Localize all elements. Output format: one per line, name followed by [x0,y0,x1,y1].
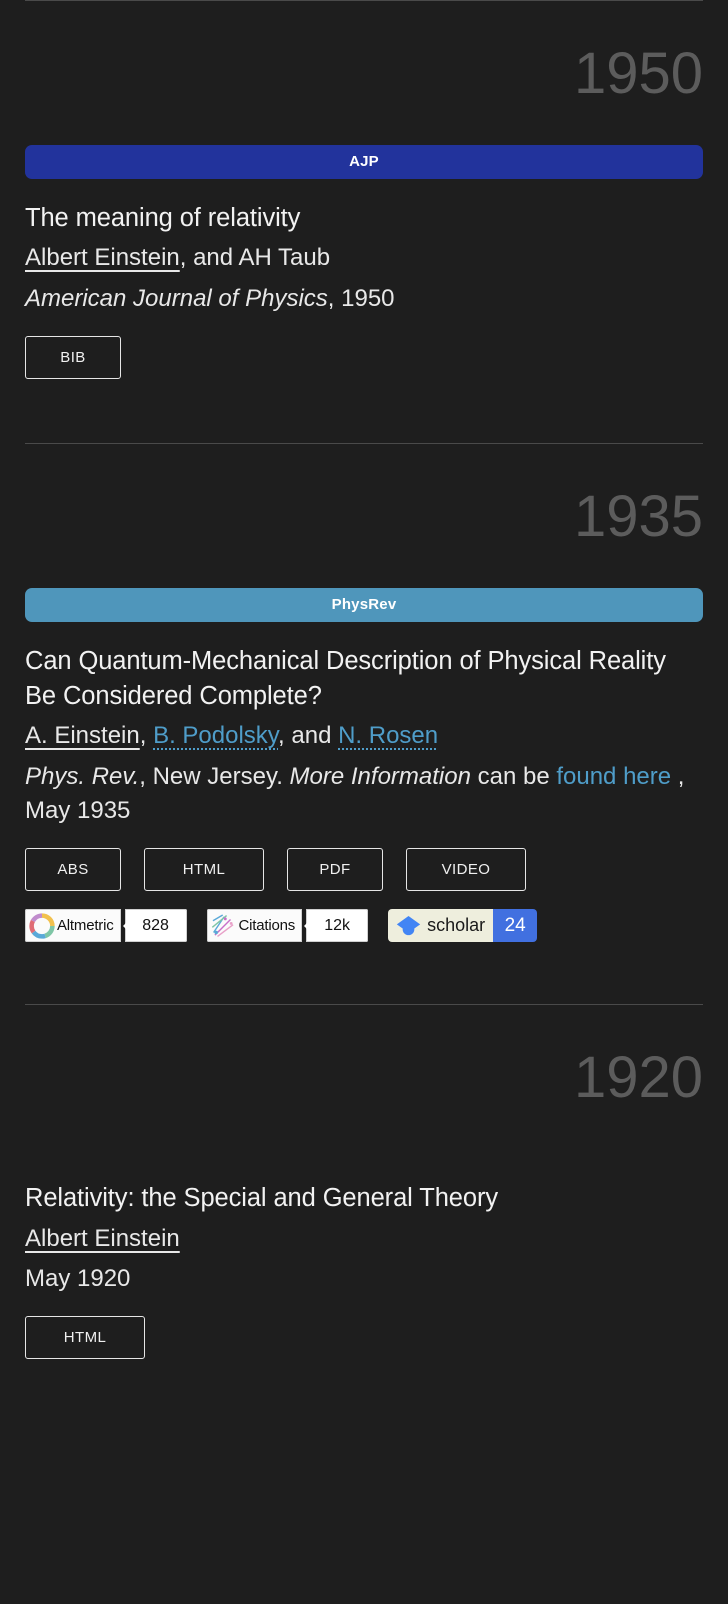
venue-text: can be [470,763,557,791]
citations-label-text: Citations [238,917,296,935]
author-separator: , [139,722,154,750]
altmetric-label-block: Altmetric [25,909,121,943]
venue-journal-name: Phys. Rev. [25,763,140,791]
author-separator: , and [179,244,239,272]
action-button-row: BIB [25,336,703,380]
abs-button[interactable]: ABS [25,848,121,892]
paper-title[interactable]: Can Quantum-Mechanical Description of Ph… [25,644,703,714]
bib-button[interactable]: BIB [25,336,121,380]
venue-date: May 1920 [25,1265,131,1293]
venue-journal-name: American Journal of Physics [25,284,328,312]
pdf-button[interactable]: PDF [287,848,383,892]
publication-entry-1920: 1920 Relativity: the Special and General… [0,1004,728,1360]
author-link-n-rosen[interactable]: N. Rosen [338,722,438,749]
publication-entry-1935: 1935 PhysRev Can Quantum-Mechanical Desc… [0,443,728,1004]
action-button-row: HTML [25,1316,703,1360]
author-link-albert-einstein[interactable]: Albert Einstein [25,244,180,271]
altmetric-label-text: Altmetric [57,917,114,935]
citations-badge[interactable]: Citations 12k [206,909,369,943]
author-link-b-podolsky[interactable]: B. Podolsky [153,722,278,749]
journal-badge-physrev[interactable]: PhysRev [25,588,703,623]
metrics-badge-row: Altmetric 828 Citations 12k scholar 24 [25,909,703,943]
citations-count: 12k [304,909,369,943]
altmetric-donut-icon [29,913,55,939]
action-button-row: ABS HTML PDF VIDEO [25,848,703,892]
author-list: A. Einstein, B. Podolsky, and N. Rosen [25,719,703,754]
author-name-ah-taub: AH Taub [238,244,331,272]
author-link-albert-einstein[interactable]: Albert Einstein [25,1225,180,1252]
year-label-1950: 1950 [573,41,703,106]
scholar-count: 24 [493,909,538,943]
html-button[interactable]: HTML [144,848,264,892]
author-list: Albert Einstein [25,1222,703,1257]
html-button[interactable]: HTML [25,1316,145,1360]
author-link-a-einstein[interactable]: A. Einstein [25,722,140,749]
scholar-label-text: scholar [427,915,486,936]
citations-label-block: Citations [206,909,303,943]
graduation-cap-icon [396,915,421,936]
video-button[interactable]: VIDEO [406,848,526,892]
venue-year: , 1950 [327,284,395,312]
altmetric-badge[interactable]: Altmetric 828 [25,909,187,943]
venue-more-information: More Information [289,763,471,791]
author-separator: , and [278,722,339,750]
paper-title[interactable]: Relativity: the Special and General Theo… [25,1181,703,1216]
year-label-1935: 1935 [573,484,703,550]
venue-location: , New Jersey. [139,763,290,791]
found-here-link[interactable]: found here [556,763,671,790]
publication-entry-1950: 1950 AJP The meaning of relativity Alber… [0,0,728,443]
scholar-label-block: scholar [388,909,494,943]
author-list: Albert Einstein, and AH Taub [25,241,703,276]
google-scholar-badge[interactable]: scholar 24 [388,909,538,943]
publication-timeline: 1950 AJP The meaning of relativity Alber… [0,0,728,1604]
paper-title[interactable]: The meaning of relativity [25,201,703,236]
altmetric-score: 828 [122,909,187,943]
venue-line: May 1920 [25,1262,703,1296]
venue-line: Phys. Rev., New Jersey. More Information… [25,760,703,828]
year-label-1920: 1920 [573,1045,703,1111]
venue-line: American Journal of Physics, 1950 [25,282,703,316]
citations-starburst-icon [211,914,234,937]
journal-badge-ajp[interactable]: AJP [25,145,703,179]
